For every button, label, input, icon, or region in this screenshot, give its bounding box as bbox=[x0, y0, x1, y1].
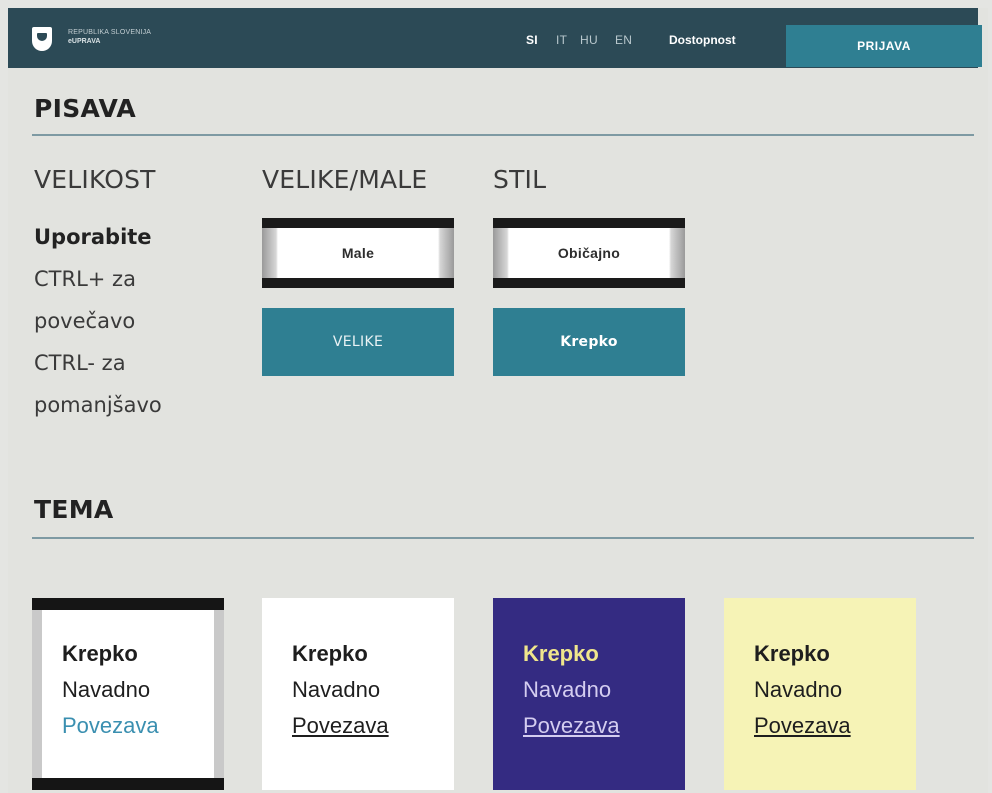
accessibility-link[interactable]: Dostopnost bbox=[669, 33, 736, 47]
theme-sample-link: Povezava bbox=[523, 713, 620, 738]
theme-section-title: TEMA bbox=[34, 495, 114, 524]
brand-country: REPUBLIKA SLOVENIJA bbox=[68, 29, 152, 36]
theme-sample-bold: Krepko bbox=[754, 641, 830, 666]
theme-option-dark-blue[interactable]: Krepko Navadno Povezava bbox=[493, 598, 685, 790]
bold-style-button[interactable]: Krepko bbox=[493, 308, 685, 376]
lowercase-option-button[interactable]: Male bbox=[262, 218, 454, 288]
theme-sample-normal: Navadno bbox=[523, 677, 612, 702]
font-section-title: PISAVA bbox=[34, 94, 137, 123]
uppercase-option-button[interactable]: VELIKE bbox=[262, 308, 454, 376]
letter-case-label: VELIKE/MALE bbox=[262, 165, 428, 194]
zoom-hint-line: povečavo bbox=[34, 309, 136, 333]
language-it[interactable]: IT bbox=[556, 33, 567, 47]
theme-sample-link: Povezava bbox=[754, 713, 851, 738]
zoom-hint-lead: Uporabite bbox=[34, 225, 152, 249]
theme-sample-bold: Krepko bbox=[292, 641, 368, 666]
login-button[interactable]: PRIJAVA bbox=[786, 25, 982, 67]
theme-sample-link: Povezava bbox=[62, 713, 159, 738]
theme-sample-normal: Navadno bbox=[292, 677, 381, 702]
theme-sample-normal: Navadno bbox=[754, 677, 843, 702]
zoom-hint-line: CTRL+ za bbox=[34, 267, 136, 291]
theme-sample-normal: Navadno bbox=[62, 677, 151, 702]
theme-sample-bold: Krepko bbox=[523, 641, 599, 666]
coat-of-arms-icon[interactable] bbox=[32, 27, 52, 51]
zoom-hint: Uporabite CTRL+ za povečavo CTRL- za pom… bbox=[34, 216, 234, 426]
regular-style-label: Običajno bbox=[557, 245, 621, 261]
theme-option-white[interactable]: Krepko Navadno Povezava bbox=[262, 598, 454, 790]
theme-section-divider bbox=[32, 537, 974, 539]
active-menu-caret-icon bbox=[708, 68, 724, 76]
font-style-label: STIL bbox=[493, 165, 547, 194]
language-en[interactable]: EN bbox=[615, 33, 632, 47]
top-navigation-bar: REPUBLIKA SLOVENIJA eUPRAVA SI IT HU EN … bbox=[8, 8, 982, 76]
theme-sample-link: Povezava bbox=[292, 713, 389, 738]
theme-option-default[interactable]: Krepko Navadno Povezava bbox=[32, 598, 224, 790]
zoom-hint-line: CTRL- za bbox=[34, 351, 126, 375]
language-hu[interactable]: HU bbox=[580, 33, 598, 47]
brand-service: eUPRAVA bbox=[68, 38, 101, 45]
regular-style-button[interactable]: Običajno bbox=[493, 218, 685, 288]
font-section-divider bbox=[32, 134, 974, 136]
site-brand[interactable]: REPUBLIKA SLOVENIJA eUPRAVA bbox=[68, 28, 151, 46]
theme-sample-bold: Krepko bbox=[62, 641, 138, 666]
zoom-hint-line: pomanjšavo bbox=[34, 393, 162, 417]
lowercase-option-label: Male bbox=[341, 245, 375, 261]
theme-option-yellow[interactable]: Krepko Navadno Povezava bbox=[724, 598, 916, 790]
language-si[interactable]: SI bbox=[526, 33, 538, 47]
font-size-label: VELIKOST bbox=[34, 165, 156, 194]
